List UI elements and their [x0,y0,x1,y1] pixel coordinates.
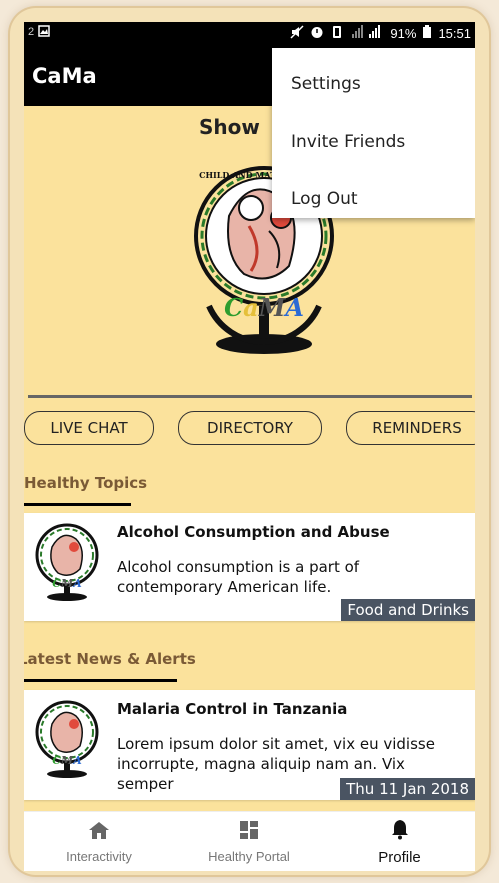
card-thumbnail-logo: CMA [32,521,102,601]
battery-percent: 91% [390,26,417,41]
home-icon [88,820,110,845]
svg-text:CMA: CMA [52,754,82,767]
dashboard-icon [239,820,259,845]
card-title: Alcohol Consumption and Abuse [117,523,390,541]
image-notification-icon [38,25,50,40]
logo-letters: CaMA [224,293,304,322]
healthy-topics-heading: Healthy Topics [24,474,148,492]
healthy-topics-underline [24,503,131,506]
page-heading: Show [199,115,260,139]
vibrate-icon [330,25,344,42]
menu-item-log-out[interactable]: Log Out [291,189,358,209]
overflow-menu: Settings Invite Friends Log Out [272,48,475,218]
status-left-text: 2 [28,26,35,38]
nav-profile[interactable]: Profile [324,812,475,871]
battery-icon [422,25,432,42]
card-title: Malaria Control in Tanzania [117,700,348,718]
healthy-topic-card[interactable]: CMA Alcohol Consumption and Abuse Alcoho… [24,513,475,621]
menu-item-settings[interactable]: Settings [291,74,361,94]
directory-button[interactable]: DIRECTORY [178,411,322,445]
bell-icon [390,818,410,845]
mute-icon [290,25,304,42]
nav-interactivity[interactable]: Interactivity [24,812,174,871]
bottom-navigation: Interactivity Healthy Portal Profile [24,811,475,871]
card-body: Alcohol consumption is a part of contemp… [117,558,360,596]
svg-text:CMA: CMA [52,577,82,590]
news-alerts-heading: Latest News & Alerts [24,650,196,668]
category-tag: Food and Drinks [341,599,475,621]
clock-time: 15:51 [438,26,471,41]
news-card[interactable]: CMA Malaria Control in Tanzania Lorem ip… [24,690,475,800]
nav-label: Profile [378,849,421,866]
live-chat-button[interactable]: LIVE CHAT [24,411,154,445]
status-bar: 2 91% 15:51 [24,22,475,46]
section-divider [28,395,472,398]
app-title: CaMa [32,64,97,88]
reminders-button[interactable]: REMINDERS [346,411,475,445]
nav-healthy-portal[interactable]: Healthy Portal [174,812,324,871]
news-alerts-underline [24,679,177,682]
nav-label: Healthy Portal [208,849,290,864]
signal-icon [350,25,384,42]
menu-item-invite-friends[interactable]: Invite Friends [291,132,405,152]
alarm-icon [310,25,324,42]
nav-label: Interactivity [66,849,132,864]
card-thumbnail-logo: CMA [32,698,102,778]
date-tag: Thu 11 Jan 2018 [340,778,475,800]
phone-frame: 2 91% 15:51 CaMa Show CHILD AND MATERNAL… [10,8,489,875]
app-screen: 2 91% 15:51 CaMa Show CHILD AND MATERNAL… [24,22,475,871]
